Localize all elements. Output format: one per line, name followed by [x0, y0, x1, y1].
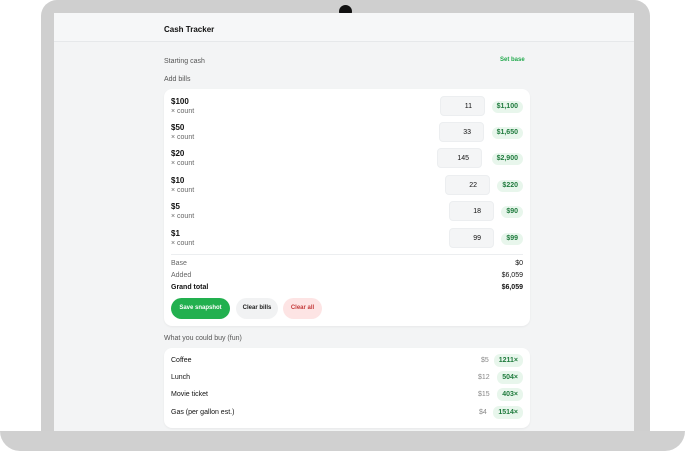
buy-item-name: Gas (per gallon est.) — [171, 409, 235, 416]
bill-subtotal-badge: $99 — [501, 233, 523, 245]
bill-subtotal-badge: $90 — [501, 206, 523, 218]
top-bar: Cash Tracker — [54, 13, 634, 42]
buy-item-name: Movie ticket — [171, 391, 208, 398]
bill-count-input[interactable]: 145 — [437, 148, 482, 168]
bill-denomination: $100 — [171, 97, 189, 106]
set-base-link[interactable]: Set base — [500, 57, 525, 63]
bill-count-hint: × count — [171, 213, 195, 220]
base-label: Base — [171, 260, 187, 267]
grand-total-value: $6,059 — [501, 284, 523, 291]
bill-denomination: $10 — [171, 176, 185, 185]
base-value: $0 — [515, 260, 523, 267]
app-title: Cash Tracker — [164, 25, 215, 34]
buy-item-count-badge: 504× — [497, 371, 523, 384]
bill-count-hint: × count — [171, 187, 195, 194]
buy-item-name: Lunch — [171, 374, 191, 381]
bill-subtotal-badge: $220 — [497, 180, 523, 192]
buy-item: Gas (per gallon est.) $4 1514× — [171, 406, 523, 420]
bill-denomination: $5 — [171, 202, 180, 211]
app-window: Cash Tracker Starting cash Set base Add … — [54, 13, 634, 431]
save-snapshot-button[interactable]: Save snapshot — [171, 298, 230, 319]
bill-row-50: $50 × count 33 $1,650 — [171, 122, 523, 148]
bill-denomination: $1 — [171, 229, 180, 238]
buy-section-label: What you could buy (fun) — [164, 335, 242, 342]
add-bills-label: Add bills — [164, 76, 191, 83]
grand-total-label: Grand total — [171, 284, 209, 291]
bill-count-input[interactable]: 99 — [449, 228, 494, 248]
buy-card: Coffee $5 1211× Lunch $12 504× Movie tic… — [164, 348, 530, 428]
bill-subtotal-badge: $1,100 — [491, 101, 523, 113]
bill-denomination: $50 — [171, 123, 185, 132]
bill-count-input[interactable]: 11 — [440, 96, 485, 116]
added-label: Added — [171, 272, 192, 279]
buy-item: Lunch $12 504× — [171, 371, 523, 385]
bill-count-hint: × count — [171, 108, 195, 115]
added-value: $6,059 — [501, 272, 523, 279]
buy-item-price: $12 — [478, 374, 490, 381]
bill-row-100: $100 × count 11 $1,100 — [171, 96, 523, 122]
clear-all-button[interactable]: Clear all — [283, 298, 322, 319]
bill-denomination: $20 — [171, 149, 185, 158]
buy-item-price: $15 — [478, 391, 490, 398]
bill-count-hint: × count — [171, 240, 195, 247]
buy-item: Coffee $5 1211× — [171, 354, 523, 368]
bill-row-1: $1 × count 99 $99 — [171, 228, 523, 254]
clear-bills-button[interactable]: Clear bills — [236, 298, 278, 319]
bill-subtotal-badge: $2,900 — [491, 153, 523, 165]
bill-count-hint: × count — [171, 160, 195, 167]
buy-item-count-badge: 1211× — [493, 354, 523, 367]
buy-item-price: $5 — [481, 357, 489, 364]
bill-count-input[interactable]: 22 — [445, 175, 490, 195]
bill-count-input[interactable]: 33 — [439, 122, 484, 142]
bill-row-10: $10 × count 22 $220 — [171, 175, 523, 201]
bill-subtotal-badge: $1,650 — [491, 127, 523, 139]
bill-count-input[interactable]: 18 — [449, 201, 494, 221]
buy-item: Movie ticket $15 403× — [171, 388, 523, 402]
buy-item-price: $4 — [479, 409, 487, 416]
divider — [171, 254, 523, 255]
bill-row-5: $5 × count 18 $90 — [171, 201, 523, 227]
laptop-base — [0, 431, 685, 451]
bills-card: $100 × count 11 $1,100 $50 × count 33 $1… — [164, 89, 530, 326]
bill-count-hint: × count — [171, 134, 195, 141]
buy-item-name: Coffee — [171, 357, 192, 364]
bill-row-20: $20 × count 145 $2,900 — [171, 148, 523, 174]
buy-item-count-badge: 1514× — [493, 406, 523, 419]
buy-item-count-badge: 403× — [497, 388, 523, 401]
starting-cash-label: Starting cash — [164, 58, 205, 65]
